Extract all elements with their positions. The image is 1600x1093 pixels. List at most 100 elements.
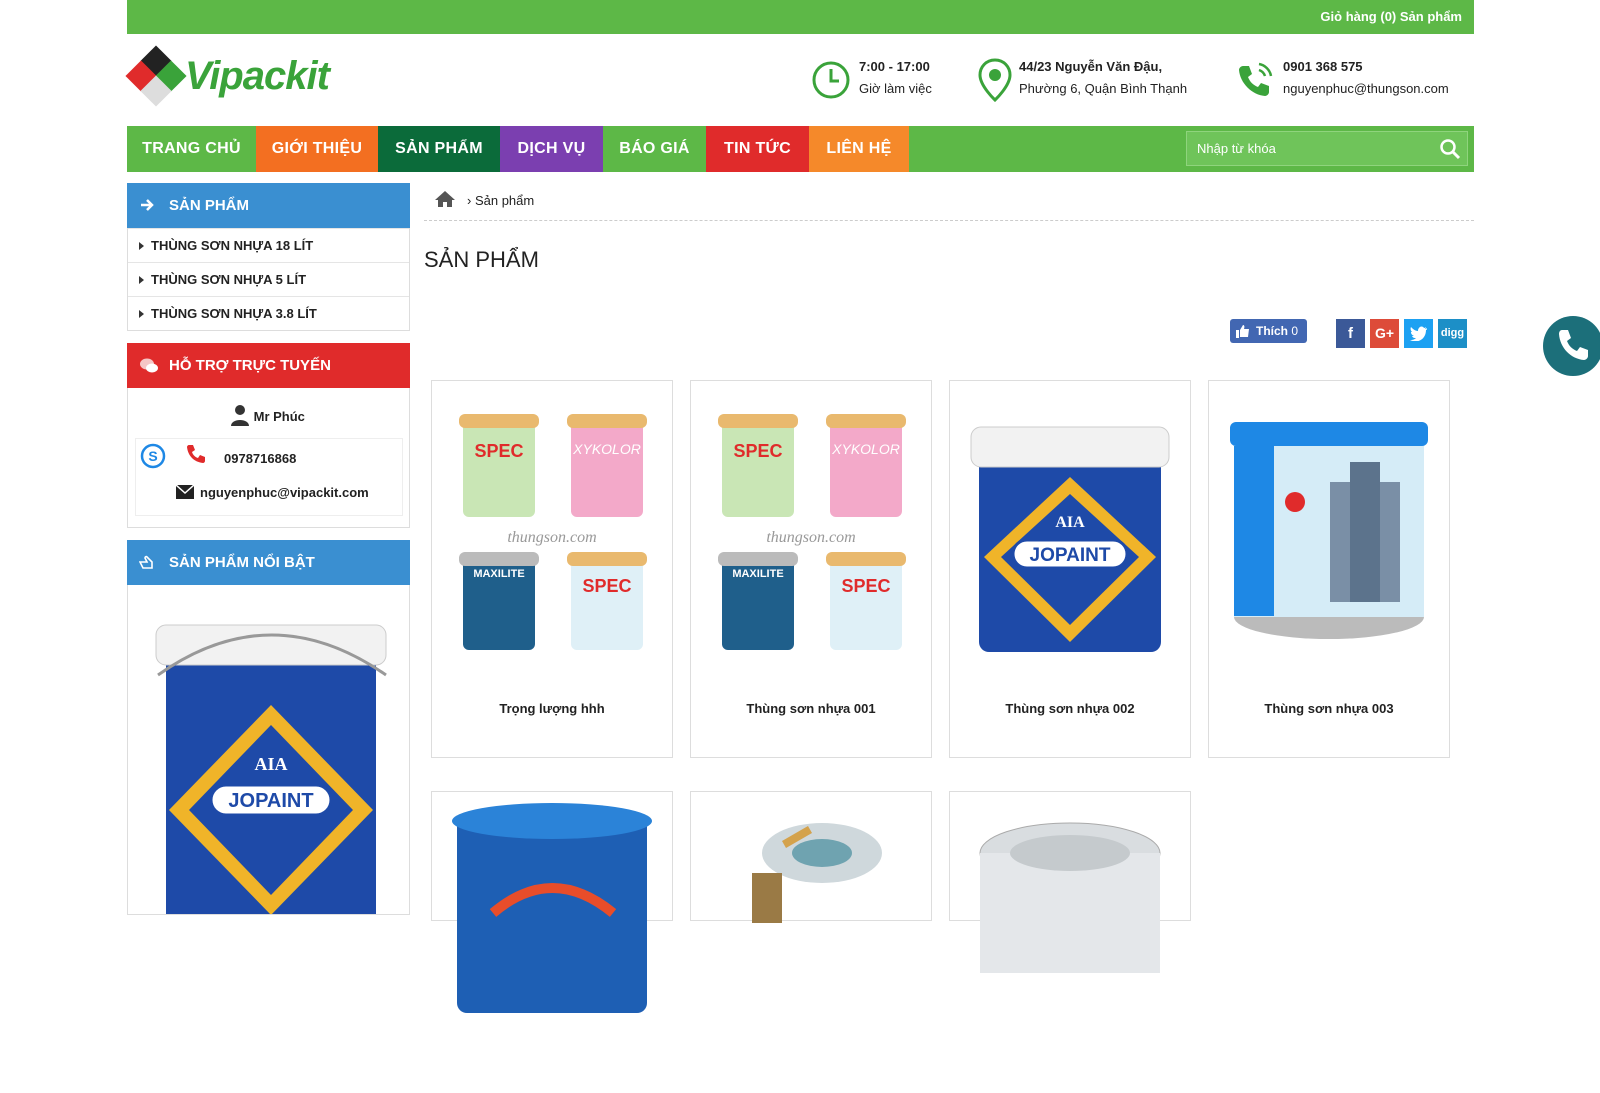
user-icon <box>231 405 249 426</box>
hours-label: Giờ làm việc <box>859 81 932 96</box>
product-image <box>452 803 652 1013</box>
sidebar-products-title: SẢN PHẨM <box>169 197 250 214</box>
support-contact-box: S 0978716868 nguyenphuc@vipackit.com <box>135 438 403 516</box>
svg-text:MAXILITE: MAXILITE <box>732 568 783 580</box>
main-content: › Sản phẩm SẢN PHẨM Thích 0 f G+ digg <box>424 183 1474 348</box>
nav-about[interactable]: GIỚI THIỆU <box>256 126 378 172</box>
category-item-3-8l[interactable]: THÙNG SƠN NHỰA 3.8 LÍT <box>128 296 409 330</box>
product-name[interactable]: Thùng sơn nhựa 002 <box>950 701 1190 716</box>
nav-home[interactable]: TRANG CHỦ <box>127 126 256 172</box>
search-input[interactable] <box>1187 132 1427 165</box>
twitter-bird-icon <box>1409 326 1427 342</box>
main-nav: TRANG CHỦ GIỚI THIỆU SẢN PHẨM DỊCH VỤ BÁ… <box>127 126 1474 172</box>
featured-header: SẢN PHẨM NỔI BẬT <box>127 540 410 585</box>
contact-phone[interactable]: 0901 368 575 <box>1283 56 1449 78</box>
nav-quote[interactable]: BÁO GIÁ <box>603 126 706 172</box>
hand-pointer-icon <box>139 555 153 569</box>
svg-text:SPEC: SPEC <box>474 441 523 461</box>
featured-product[interactable]: JOPAINT AIA <box>127 585 410 915</box>
address-line2: Phường 6, Quận Bình Thạnh <box>1019 81 1188 96</box>
arrow-right-icon <box>141 199 154 211</box>
address-line1: 44/23 Nguyễn Văn Đậu, <box>1019 59 1163 74</box>
product-image <box>1230 422 1428 639</box>
category-list: THÙNG SƠN NHỰA 18 LÍT THÙNG SƠN NHỰA 5 L… <box>127 228 410 331</box>
product-name[interactable]: Trọng lượng hhh <box>432 701 672 716</box>
nav-contact[interactable]: LIÊN HỆ <box>809 126 909 172</box>
breadcrumb: › Sản phẩm <box>424 183 1474 221</box>
like-label: Thích <box>1256 324 1288 338</box>
logo-text: Vipackit <box>185 54 330 98</box>
support-title: HỖ TRỢ TRỰC TUYẾN <box>169 357 331 374</box>
category-item-5l[interactable]: THÙNG SƠN NHỰA 5 LÍT <box>128 262 409 296</box>
sidebar: SẢN PHẨM THÙNG SƠN NHỰA 18 LÍT THÙNG SƠN… <box>127 183 410 915</box>
floating-call-button[interactable] <box>1543 316 1600 376</box>
product-card[interactable]: JOPAINT AIA Thùng sơn nhựa 002 <box>949 380 1191 758</box>
facebook-share-icon[interactable]: f <box>1336 319 1365 348</box>
logo[interactable]: Vipackit <box>125 45 347 108</box>
support-name: Mr Phúc <box>253 409 305 424</box>
envelope-icon <box>176 485 194 499</box>
twitter-share-icon[interactable] <box>1404 319 1433 348</box>
product-name[interactable]: Thùng sơn nhựa 001 <box>691 701 931 716</box>
product-image: SPEC XYKOLOR thungson.com MAXILITE SPEC <box>459 414 647 650</box>
phone-icon-red <box>187 445 205 463</box>
svg-text:AIA: AIA <box>254 754 287 774</box>
svg-text:SPEC: SPEC <box>733 441 782 461</box>
home-icon[interactable] <box>434 190 456 208</box>
svg-text:XYKOLOR: XYKOLOR <box>831 441 900 457</box>
clock-icon <box>812 61 850 99</box>
product-image: JOPAINT AIA <box>970 426 1170 652</box>
svg-text:AIA: AIA <box>1055 514 1085 531</box>
product-image <box>752 823 882 923</box>
product-card[interactable] <box>690 791 932 923</box>
support-panel: Mr Phúc S 0978716868 nguyenphuc@vipackit… <box>127 388 410 528</box>
product-name[interactable]: Thùng sơn nhựa 003 <box>1209 701 1449 716</box>
support-person: Mr Phúc <box>230 404 305 426</box>
facebook-like-button[interactable]: Thích 0 <box>1230 319 1307 343</box>
search-box <box>1186 131 1468 166</box>
like-count: 0 <box>1291 324 1299 338</box>
header: Vipackit 7:00 - 17:00 Giờ làm việc 44/23… <box>125 34 1474 126</box>
svg-text:JOPAINT: JOPAINT <box>1030 545 1111 566</box>
chat-icon <box>140 358 158 373</box>
phone-icon <box>1239 62 1273 96</box>
support-phone[interactable]: 0978716868 <box>224 451 296 466</box>
product-card[interactable] <box>431 791 673 1013</box>
featured-product-image: JOPAINT AIA <box>155 624 387 914</box>
page-title: SẢN PHẨM <box>424 247 539 272</box>
digg-share-icon[interactable]: digg <box>1438 319 1467 348</box>
svg-text:JOPAINT: JOPAINT <box>228 790 313 812</box>
search-icon[interactable] <box>1439 138 1461 160</box>
product-card[interactable] <box>949 791 1191 973</box>
svg-text:thungson.com: thungson.com <box>766 529 855 546</box>
nav-products[interactable]: SẢN PHẨM <box>378 126 500 172</box>
phone-call-icon <box>1559 330 1588 360</box>
skype-icon[interactable]: S <box>140 443 166 469</box>
nav-news[interactable]: TIN TỨC <box>706 126 809 172</box>
product-image <box>979 822 1161 973</box>
hours-time: 7:00 - 17:00 <box>859 59 930 74</box>
sidebar-products-header: SẢN PHẨM <box>127 183 410 228</box>
google-plus-share-icon[interactable]: G+ <box>1370 319 1399 348</box>
category-item-18l[interactable]: THÙNG SƠN NHỰA 18 LÍT <box>128 228 409 262</box>
product-card[interactable]: SPEC XYKOLOR thungson.com MAXILITE SPEC … <box>690 380 932 758</box>
contact-email[interactable]: nguyenphuc@thungson.com <box>1283 78 1449 100</box>
location-pin-icon <box>978 58 1012 102</box>
svg-text:XYKOLOR: XYKOLOR <box>572 441 641 457</box>
svg-text:S: S <box>148 448 157 464</box>
product-card[interactable]: Thùng sơn nhựa 003 <box>1208 380 1450 758</box>
cart-link[interactable]: Giỏ hàng (0) Sản phẩm <box>1320 9 1462 24</box>
nav-services[interactable]: DỊCH VỤ <box>500 126 603 172</box>
product-image: SPEC XYKOLOR thungson.com MAXILITE SPEC <box>718 414 906 650</box>
support-header: HỖ TRỢ TRỰC TUYẾN <box>127 343 410 388</box>
thumbs-up-icon <box>1236 325 1249 338</box>
svg-text:thungson.com: thungson.com <box>507 529 596 546</box>
featured-title: SẢN PHẨM NỔI BẬT <box>169 554 315 571</box>
breadcrumb-current[interactable]: › Sản phẩm <box>467 193 534 208</box>
svg-text:SPEC: SPEC <box>582 576 631 596</box>
support-email[interactable]: nguyenphuc@vipackit.com <box>200 485 369 500</box>
svg-text:MAXILITE: MAXILITE <box>473 568 524 580</box>
top-bar: Giỏ hàng (0) Sản phẩm <box>127 0 1474 34</box>
product-card[interactable]: SPEC XYKOLOR thungson.com MAXILITE SPEC … <box>431 380 673 758</box>
svg-text:SPEC: SPEC <box>841 576 890 596</box>
